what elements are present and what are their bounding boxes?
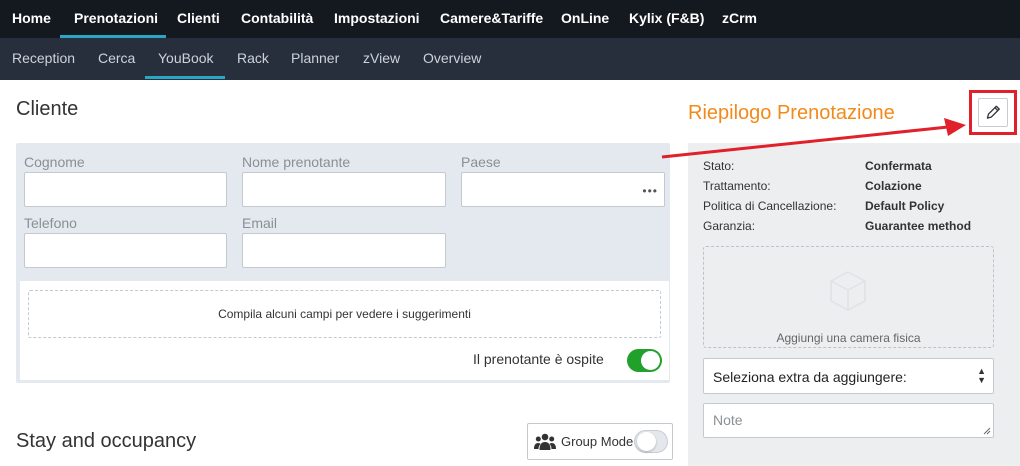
email-label: Email	[242, 215, 278, 231]
paese-input[interactable]: •••	[461, 172, 665, 207]
garanzia-label: Garanzia:	[703, 219, 756, 233]
pencil-icon	[986, 105, 1000, 119]
paese-more-button[interactable]: •••	[642, 184, 658, 198]
cube-icon	[830, 271, 866, 311]
guest-toggle-label: Il prenotante è ospite	[473, 351, 604, 367]
nome-prenotante-input[interactable]	[242, 172, 446, 207]
paese-label: Paese	[461, 154, 501, 170]
trattamento-value: Colazione	[865, 179, 922, 193]
telefono-input[interactable]	[24, 233, 227, 268]
group-mode-toggle[interactable]	[634, 430, 668, 453]
nome-prenotante-label: Nome prenotante	[242, 154, 351, 170]
cognome-input[interactable]	[24, 172, 227, 207]
sub-navigation: Reception Cerca YouBook Rack Planner zVi…	[0, 38, 1020, 80]
notes-placeholder: Note	[713, 412, 743, 428]
subnav-reception[interactable]: Reception	[12, 38, 75, 80]
email-input[interactable]	[242, 233, 446, 268]
subnav-overview[interactable]: Overview	[423, 38, 481, 80]
guest-toggle[interactable]	[627, 349, 662, 372]
top-navigation: Home Prenotazioni Clienti Contabilità Im…	[0, 0, 1020, 38]
nav-prenotazioni[interactable]: Prenotazioni	[74, 0, 158, 38]
nav-home[interactable]: Home	[12, 0, 51, 38]
group-mode-control[interactable]: Group Mode	[527, 423, 673, 460]
nav-contabilita[interactable]: Contabilità	[241, 0, 313, 38]
notes-textarea[interactable]: Note	[703, 403, 994, 438]
nav-clienti[interactable]: Clienti	[177, 0, 220, 38]
extra-select[interactable]: Seleziona extra da aggiungere: ▲ ▼	[703, 358, 994, 394]
annotation-arrow-icon	[661, 118, 966, 159]
politica-cancellazione-label: Politica di Cancellazione:	[703, 199, 837, 213]
trattamento-label: Trattamento:	[703, 179, 771, 193]
add-room-label: Aggiungi una camera fisica	[776, 331, 921, 345]
nav-online[interactable]: OnLine	[561, 0, 609, 38]
garanzia-value: Guarantee method	[865, 219, 972, 233]
nav-zcrm[interactable]: zCrm	[722, 0, 757, 38]
edit-button[interactable]	[978, 98, 1008, 127]
cognome-label: Cognome	[24, 154, 85, 170]
group-mode-toggle-knob	[637, 432, 656, 451]
select-arrows-icon: ▲ ▼	[977, 366, 986, 385]
group-users-icon	[534, 433, 556, 450]
group-mode-label: Group Mode	[561, 434, 634, 449]
subnav-planner[interactable]: Planner	[291, 38, 339, 80]
suggestions-box: Compila alcuni campi per vedere i sugger…	[28, 290, 661, 338]
edit-highlight-box	[969, 90, 1017, 135]
telefono-label: Telefono	[24, 215, 77, 231]
politica-cancellazione-value: Default Policy	[865, 199, 945, 213]
nav-camere-tariffe[interactable]: Camere&Tariffe	[440, 0, 543, 38]
subnav-cerca[interactable]: Cerca	[98, 38, 135, 80]
guest-toggle-knob	[641, 351, 660, 370]
subnav-youbook[interactable]: YouBook	[158, 38, 214, 80]
extra-select-value: Seleziona extra da aggiungere:	[713, 369, 907, 385]
cliente-title: Cliente	[16, 98, 79, 120]
add-room-dropzone[interactable]: Aggiungi una camera fisica	[703, 246, 994, 348]
subnav-rack[interactable]: Rack	[237, 38, 269, 80]
nav-kylix[interactable]: Kylix (F&B)	[629, 0, 704, 38]
subnav-zview[interactable]: zView	[363, 38, 400, 80]
nav-impostazioni[interactable]: Impostazioni	[334, 0, 420, 38]
stay-title: Stay and occupancy	[16, 430, 197, 452]
subnav-active-indicator	[145, 76, 225, 79]
resize-grip-icon[interactable]	[983, 427, 991, 435]
